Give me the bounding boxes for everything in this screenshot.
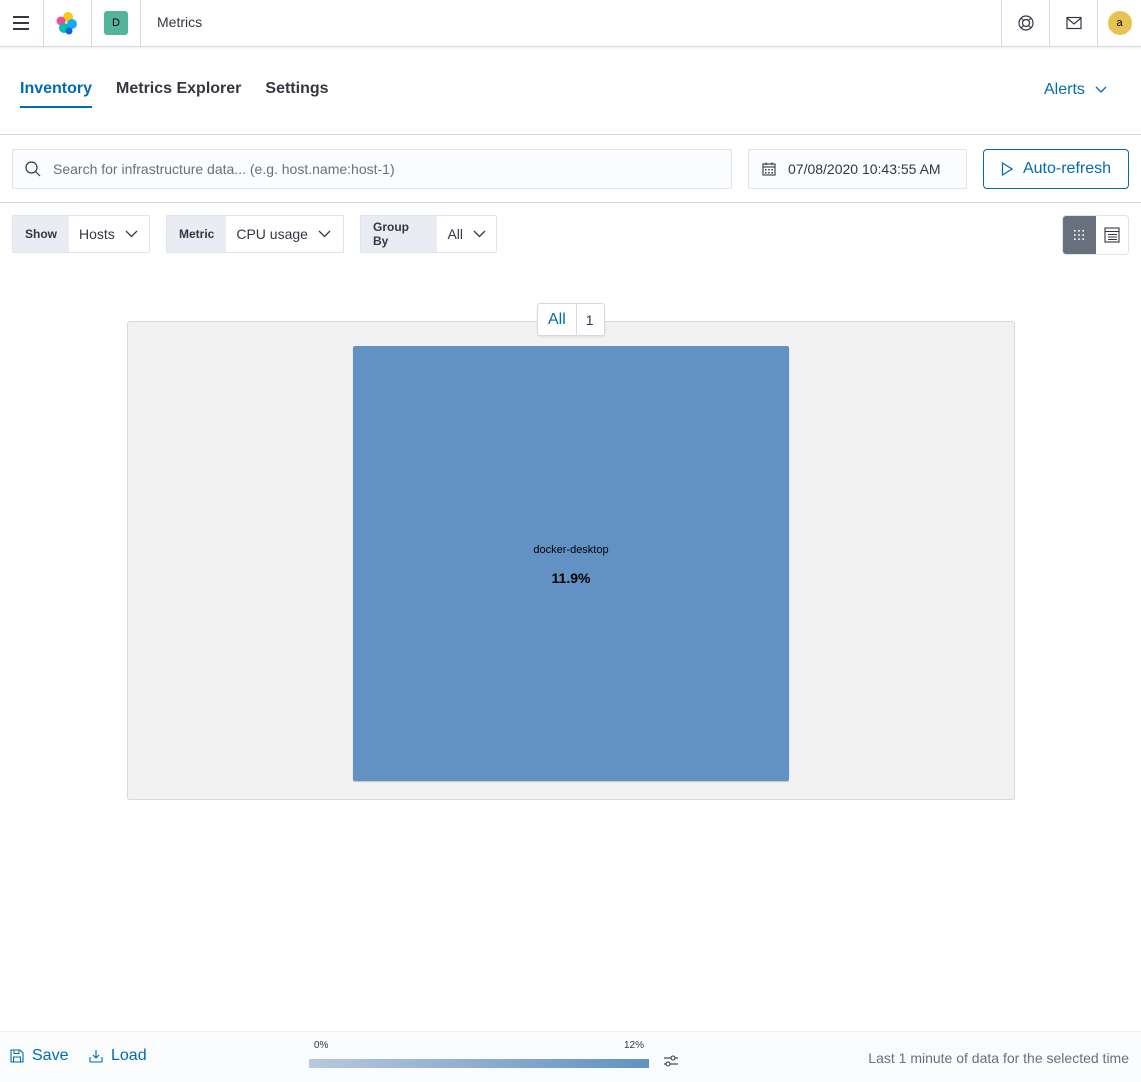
group-label[interactable]: All 1: [537, 303, 605, 336]
user-menu-button[interactable]: a: [1098, 0, 1141, 46]
date-value: 07/08/2020 10:43:55 AM: [788, 161, 941, 177]
legend-gradient: [309, 1059, 649, 1068]
search-bar: [12, 149, 732, 189]
space-selector[interactable]: D: [92, 0, 140, 46]
show-filter-label: Show: [13, 216, 69, 252]
search-input[interactable]: [53, 161, 713, 177]
grid-icon: [1074, 230, 1085, 240]
top-header: D Metrics a: [0, 0, 1141, 47]
node-value: 11.9%: [551, 570, 591, 586]
group-by-filter-label: Group By: [361, 216, 438, 252]
show-filter[interactable]: Show Hosts: [12, 215, 150, 253]
search-icon: [13, 161, 53, 177]
chevron-down-icon: [125, 230, 138, 238]
calendar-icon: [762, 162, 776, 176]
metric-filter-label: Metric: [167, 216, 227, 252]
table-view-button[interactable]: [1096, 216, 1129, 254]
group-name: All: [538, 304, 577, 335]
legend-options-button[interactable]: [663, 1054, 679, 1073]
group-by-filter[interactable]: Group By All: [360, 215, 497, 253]
bottom-bar: Save Load 0% 12% Last 1 minute of data f…: [0, 1031, 1141, 1082]
divider: [0, 202, 1141, 203]
chevron-down-icon: [1095, 86, 1107, 93]
space-avatar: D: [104, 11, 128, 35]
avatar: a: [1107, 11, 1132, 35]
legend-max-label: 12%: [624, 1040, 645, 1051]
group-by-filter-value: All: [447, 226, 463, 242]
date-picker[interactable]: 07/08/2020 10:43:55 AM: [748, 149, 967, 189]
auto-refresh-label: Auto-refresh: [1022, 160, 1112, 177]
view-toggle: [1062, 215, 1129, 255]
sliders-icon: [664, 1055, 678, 1067]
page-tabs: Inventory Metrics Explorer Settings: [20, 80, 329, 108]
home-link[interactable]: [44, 0, 90, 46]
alerts-dropdown[interactable]: Alerts: [1044, 81, 1107, 99]
download-icon: [89, 1050, 103, 1063]
tab-inventory[interactable]: Inventory: [20, 80, 93, 108]
menu-button[interactable]: [0, 0, 42, 46]
mail-icon: [1065, 16, 1082, 30]
elastic-logo-icon: [56, 12, 77, 35]
tab-metrics-explorer[interactable]: Metrics Explorer: [116, 80, 241, 108]
divider: [140, 0, 141, 46]
app-title: Metrics: [157, 14, 203, 30]
data-status-text: Last 1 minute of data for the selected t…: [868, 1050, 1129, 1066]
show-filter-value: Hosts: [79, 226, 115, 242]
legend-min-label: 0%: [314, 1040, 329, 1051]
metric-filter-value: CPU usage: [236, 226, 308, 242]
host-node[interactable]: docker-desktop 11.9%: [353, 346, 789, 781]
chevron-down-icon: [473, 230, 486, 238]
metric-filter[interactable]: Metric CPU usage: [166, 215, 344, 253]
auto-refresh-button[interactable]: Auto-refresh: [983, 149, 1129, 189]
save-label: Save: [32, 1047, 69, 1064]
save-button[interactable]: Save: [10, 1047, 68, 1065]
alerts-label: Alerts: [1044, 81, 1085, 98]
help-button[interactable]: [1002, 0, 1049, 46]
node-name: docker-desktop: [533, 544, 609, 556]
group-count: 1: [585, 311, 594, 328]
table-icon: [1104, 227, 1120, 243]
news-button[interactable]: [1050, 0, 1097, 46]
help-icon: [1017, 15, 1034, 31]
map-view-button[interactable]: [1063, 216, 1096, 254]
divider: [0, 134, 1141, 135]
save-icon: [10, 1049, 24, 1063]
tab-settings[interactable]: Settings: [265, 80, 328, 108]
load-label: Load: [111, 1047, 147, 1064]
play-icon: [1001, 162, 1013, 176]
menu-icon: [13, 14, 29, 32]
chevron-down-icon: [318, 230, 331, 238]
load-button[interactable]: Load: [89, 1047, 147, 1065]
